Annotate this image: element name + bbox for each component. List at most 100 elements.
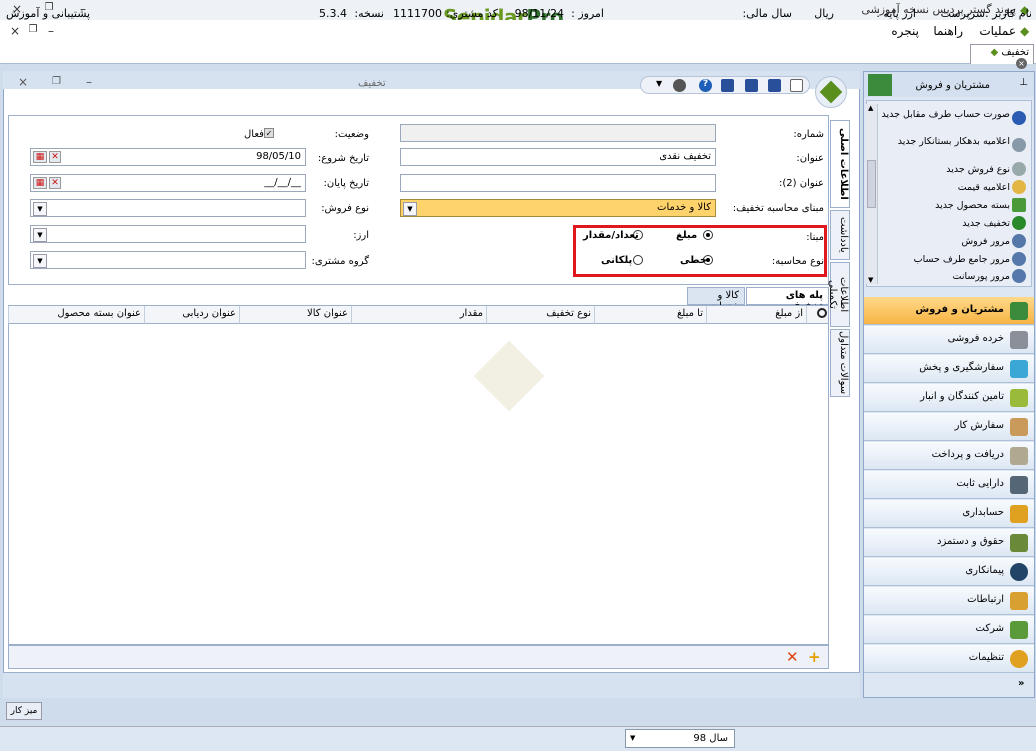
calendar-icon[interactable]: ▦ (33, 151, 47, 163)
nav-fixed-assets[interactable]: دارایی ثابت (864, 471, 1034, 499)
quick-review-commission[interactable]: مرور پورسانت (870, 271, 1011, 282)
col-package-title[interactable]: عنوان بسته محصول (8, 306, 144, 324)
quick-new-invoice[interactable]: صورت حساب طرف مقابل جدید (870, 109, 1010, 120)
status-bar (0, 726, 1036, 751)
nav-label: حقوق و دستمزد (937, 536, 1004, 547)
quick-new-sale-type[interactable]: نوع فروش جدید (870, 164, 1010, 175)
menu-help[interactable]: راهنما (933, 24, 963, 38)
calendar-icon[interactable]: ▦ (33, 177, 47, 189)
nav-communications[interactable]: ارتباطات (864, 587, 1034, 615)
vtab-notes[interactable]: یادداشت (830, 210, 850, 260)
desktop-button[interactable]: میز کار (6, 702, 42, 720)
nav-ordering-distribution[interactable]: سفارشگیری و پخش (864, 355, 1034, 383)
clear-date-icon[interactable]: ✕ (49, 177, 61, 189)
clear-date-icon[interactable]: ✕ (49, 151, 61, 163)
nav-customers-sales[interactable]: مشتریان و فروش (864, 297, 1034, 325)
nav-retail[interactable]: خرده فروشی (864, 326, 1034, 354)
customer-group-label: گروه مشتری: (311, 256, 369, 267)
nav-settings[interactable]: تنظیمات (864, 645, 1034, 673)
save-new-icon[interactable] (768, 79, 781, 92)
nav-work-orders[interactable]: سفارش کار (864, 413, 1034, 441)
status-customer-code-label: کد مشتری: (446, 7, 498, 20)
status-version-value: 5.3.4 (319, 7, 347, 20)
end-date-label: تاریخ پایان: (323, 178, 369, 189)
pin-icon[interactable]: ⊥ (1019, 77, 1028, 88)
nav-contracting[interactable]: پیمانکاری (864, 558, 1034, 586)
nav-accounting[interactable]: حسابداری (864, 500, 1034, 528)
fiscal-year-select[interactable]: سال 98 ▼ (625, 729, 735, 748)
col-from-amount[interactable]: از مبلغ (706, 306, 806, 324)
support-link[interactable]: پشتیبانی و آموزش (6, 7, 90, 20)
chevron-down-icon[interactable]: ▼ (33, 202, 47, 216)
delete-row-icon[interactable]: ✕ (786, 648, 799, 666)
review-icon (1012, 269, 1026, 283)
nav-payroll[interactable]: حقوق و دستمزد (864, 529, 1034, 557)
vtab-faq[interactable]: سوالات متداول (830, 329, 850, 397)
review-icon (1012, 234, 1026, 248)
start-date-input[interactable]: 98/05/10 ▦ ✕ (30, 148, 306, 166)
tab-discount[interactable]: تخفیف ◆ × (970, 44, 1034, 69)
doc-close-button[interactable]: × (8, 24, 22, 38)
chevron-down-icon[interactable]: ▼ (33, 254, 47, 268)
toolbar-dropdown-icon[interactable]: ▼ (656, 79, 662, 88)
tab-close-icon[interactable]: × (1016, 58, 1027, 69)
help-icon[interactable]: ? (699, 79, 712, 92)
title-input[interactable]: تخفیف نقدی (400, 148, 716, 166)
window-bottom-strip (3, 672, 860, 698)
window-close-button[interactable]: × (18, 75, 28, 89)
tab-goods-services[interactable]: کالا و خدمات (687, 287, 745, 312)
col-item-title[interactable]: عنوان کالا (239, 306, 351, 324)
nav-label: سفارشگیری و پخش (919, 362, 1004, 373)
chevron-down-icon[interactable]: ▼ (630, 734, 635, 742)
doc-minimize-button[interactable]: – (44, 24, 58, 38)
nav-label: ارتباطات (967, 594, 1004, 605)
col-quantity[interactable]: مقدار (351, 306, 486, 324)
window-restore-button[interactable]: ❐ (52, 76, 61, 87)
end-date-input[interactable]: __/__/__ ▦ ✕ (30, 174, 306, 192)
tools-icon[interactable] (673, 79, 686, 92)
calc-basis-select[interactable]: کالا و خدمات ▼ (400, 199, 716, 217)
col-tracking-title[interactable]: عنوان ردیابی (144, 306, 239, 324)
currency-select[interactable]: ▼ (30, 225, 306, 243)
chevron-down-icon[interactable]: ▼ (33, 228, 47, 242)
menu-window[interactable]: پنجره (891, 24, 919, 38)
vtab-main-info[interactable]: اطلاعات اصلی (830, 120, 850, 208)
chevron-down-icon[interactable]: ▼ (403, 202, 417, 216)
grid-search-icon[interactable] (806, 306, 828, 324)
tab-discount-steps[interactable]: پله های تخفیف (746, 287, 829, 312)
quick-new-debit-credit[interactable]: اعلامیه بدهکار بستانکار جدید (870, 136, 1010, 147)
quick-new-bundle[interactable]: بسته محصول جدید (870, 200, 1010, 211)
quick-review-sales[interactable]: مرور فروش (870, 236, 1011, 247)
review-icon (1012, 252, 1026, 266)
truck-icon (1010, 476, 1028, 494)
nav-suppliers-inventory[interactable]: تامین کنندگان و انبار (864, 384, 1034, 412)
save-close-icon[interactable] (745, 79, 758, 92)
nav-receipts-payments[interactable]: دریافت و پرداخت (864, 442, 1034, 470)
company-icon (1010, 621, 1028, 639)
menu-operations[interactable]: عملیات (979, 24, 1016, 38)
quick-review-accounts[interactable]: مرور جامع طرف حساب (870, 254, 1010, 265)
status-today-value: 98/11/24 (514, 7, 564, 20)
discount-icon (1012, 216, 1026, 230)
doc-restore-button[interactable]: ❐ (26, 24, 40, 35)
sale-type-select[interactable]: ▼ (30, 199, 306, 217)
quick-price-announcement[interactable]: اعلامیه قیمت (870, 182, 1010, 193)
nav-label: سفارش کار (954, 420, 1004, 431)
title2-input[interactable] (400, 174, 716, 192)
new-document-icon[interactable] (790, 79, 803, 92)
nav-label: تامین کنندگان و انبار (920, 391, 1004, 402)
expand-chevron-icon[interactable]: » (1018, 678, 1024, 689)
col-to-amount[interactable]: تا مبلغ (594, 306, 706, 324)
window-minimize-button[interactable]: – (86, 75, 92, 89)
sale-type-label: نوع فروش: (321, 203, 369, 214)
nav-company[interactable]: شرکت (864, 616, 1034, 644)
add-row-icon[interactable]: + (808, 648, 821, 666)
col-discount-type[interactable]: نوع تخفیف (486, 306, 594, 324)
vtab-extra-info[interactable]: اطلاعات تکمیلی (827, 262, 850, 327)
customer-group-select[interactable]: ▼ (30, 251, 306, 269)
discount-steps-grid: از مبلغ تا مبلغ نوع تخفیف مقدار عنوان کا… (8, 305, 829, 645)
save-icon[interactable] (721, 79, 734, 92)
cart-icon (1010, 331, 1028, 349)
active-checkbox[interactable]: ✓ (264, 128, 274, 138)
quick-new-discount[interactable]: تخفیف جدید (870, 218, 1010, 229)
